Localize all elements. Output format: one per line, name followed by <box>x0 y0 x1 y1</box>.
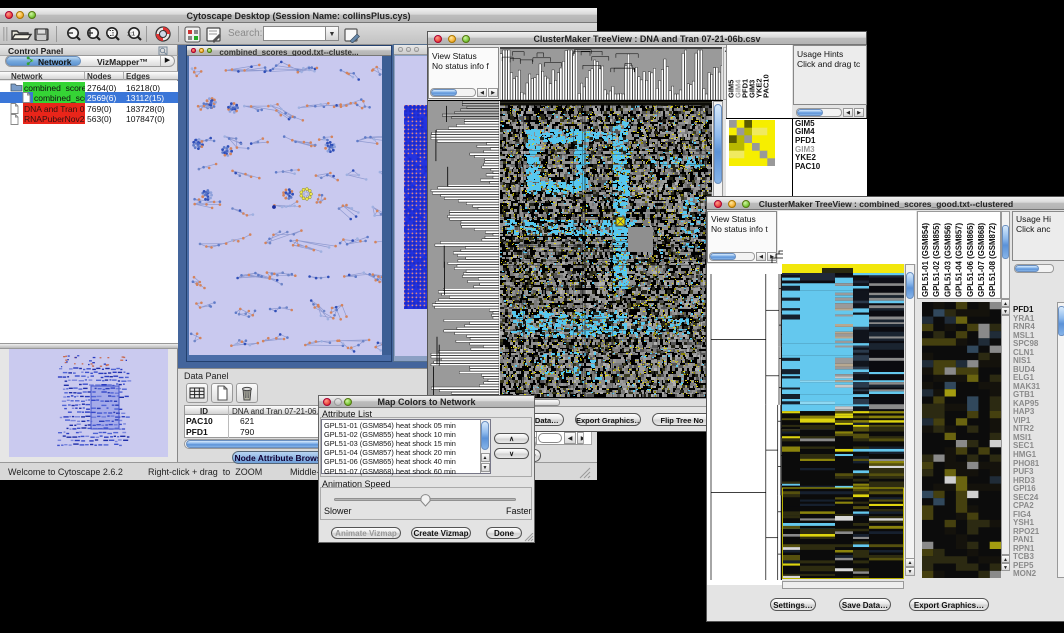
svg-text:GPL51-03 (GSM856): GPL51-03 (GSM856) <box>943 222 952 297</box>
svg-text:GPL51-02 (GSM855): GPL51-02 (GSM855) <box>932 222 941 297</box>
svg-text:GPL51-01 (GSM854): GPL51-01 (GSM854) <box>921 222 930 297</box>
svg-text:GPL51-04 (GSM857): GPL51-04 (GSM857) <box>955 222 964 297</box>
svg-text:GPL51-07 (GSM868): GPL51-07 (GSM868) <box>977 222 986 297</box>
svg-text:1:1: 1:1 <box>127 32 135 38</box>
svg-text:GPL51-08 (GSM872): GPL51-08 (GSM872) <box>988 222 997 297</box>
svg-text:PAC10: PAC10 <box>762 74 771 98</box>
svg-text:GPL51-06 (GSM865): GPL51-06 (GSM865) <box>966 222 975 297</box>
